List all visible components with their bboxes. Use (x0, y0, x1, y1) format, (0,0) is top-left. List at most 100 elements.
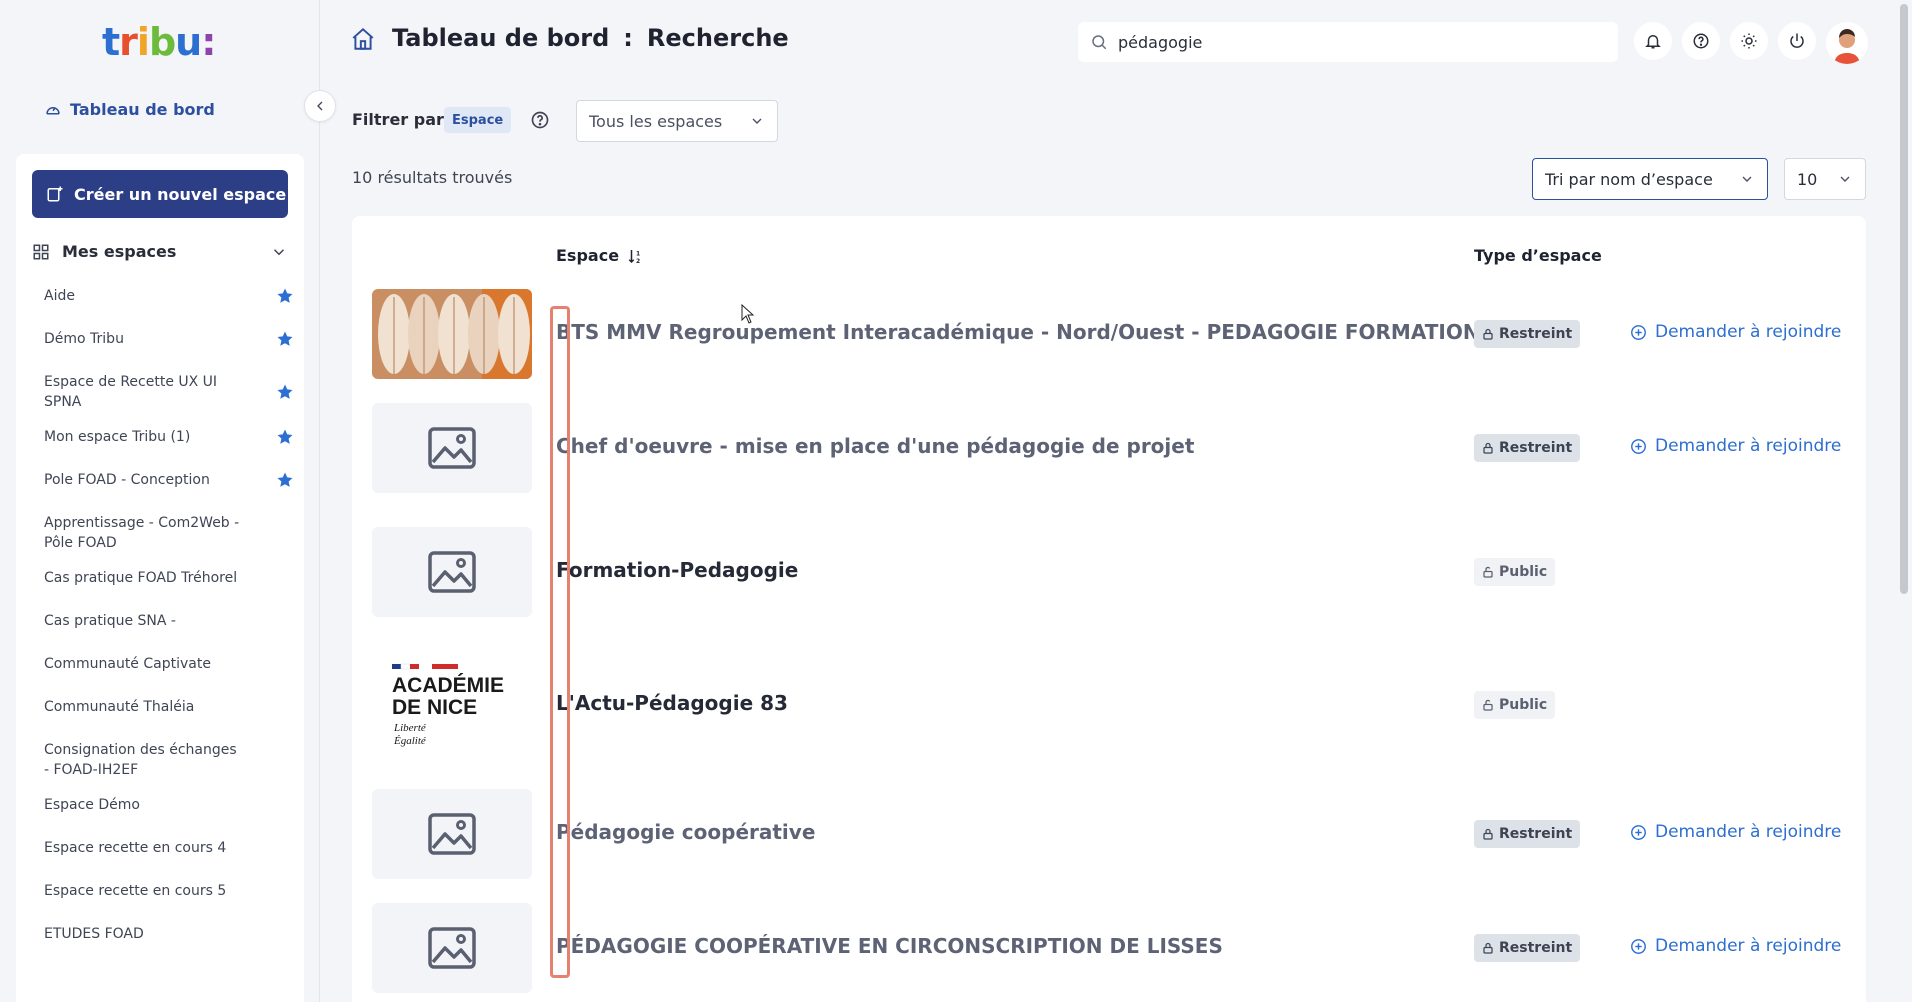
request-join-link[interactable]: Demander à rejoindre (1630, 322, 1841, 342)
space-title-link[interactable]: L'Actu-Pédagogie 83 (556, 691, 788, 715)
page-title: Tableau de bord : Recherche (392, 24, 789, 52)
space-type-label: Restreint (1499, 326, 1573, 342)
svg-text:DE NICE: DE NICE (392, 696, 477, 719)
space-list-item-label: Communauté Thaléia (44, 699, 195, 715)
plus-circle-icon (1631, 324, 1646, 340)
space-list-item[interactable]: Consignation des échanges - FOAD-IH2EF (44, 740, 294, 780)
star-icon[interactable] (276, 287, 294, 305)
space-type-label: Public (1499, 564, 1548, 580)
search-input[interactable] (1118, 32, 1598, 52)
mannequins-photo (372, 289, 532, 379)
sidebar-dashboard-link[interactable]: Tableau de bord (44, 100, 215, 119)
request-join-link[interactable]: Demander à rejoindre (1630, 822, 1841, 842)
space-list-item-label: Démo Tribu (44, 331, 124, 347)
spaces-filter-select[interactable]: Tous les espaces (576, 100, 778, 142)
table-row[interactable]: BTS MMV Regroupement Interacadémique - N… (352, 286, 1866, 382)
power-icon (1790, 33, 1804, 48)
search-bar[interactable] (1078, 22, 1618, 62)
dashboard-link-label: Tableau de bord (70, 100, 215, 119)
space-list-item[interactable]: Espace recette en cours 5 (44, 881, 294, 901)
sun-icon (1741, 33, 1757, 49)
svg-text:Égalité: Égalité (393, 735, 427, 747)
space-list-item[interactable]: Mon espace Tribu (1) (44, 427, 294, 447)
space-title-link[interactable]: Chef d'oeuvre - mise en place d'une péda… (556, 434, 1194, 458)
lock-icon (1483, 828, 1493, 840)
column-header-space[interactable]: Espace 12 (556, 246, 645, 265)
my-spaces-toggle[interactable]: Mes espaces (32, 242, 288, 261)
space-title-link[interactable]: Formation-Pedagogie (556, 558, 798, 582)
space-title-link[interactable]: PÉDAGOGIE COOPÉRATIVE EN CIRCONSCRIPTION… (556, 934, 1223, 958)
star-icon[interactable] (276, 383, 294, 401)
space-list-item[interactable]: Pole FOAD - Conception (44, 470, 294, 490)
grid-icon (33, 244, 49, 259)
search-icon (1092, 35, 1107, 50)
space-list-item[interactable]: Cas pratique FOAD Tréhorel (44, 568, 294, 588)
create-space-label: Créer un nouvel espace (74, 184, 287, 204)
spaces-filter-value: Tous les espaces (589, 111, 723, 131)
table-row[interactable]: Chef d'oeuvre - mise en place d'une péda… (352, 400, 1866, 496)
theme-toggle-button[interactable] (1730, 22, 1768, 60)
space-thumbnail[interactable] (372, 789, 532, 879)
star-icon[interactable] (276, 428, 294, 446)
home-icon[interactable] (350, 26, 376, 56)
plus-circle-icon (1631, 938, 1646, 954)
space-list-item[interactable]: Communauté Thaléia (44, 697, 294, 717)
space-thumbnail[interactable] (372, 527, 532, 617)
space-list-item[interactable]: ETUDES FOAD (44, 924, 294, 944)
space-list-item[interactable]: Espace recette en cours 4 (44, 838, 294, 858)
breadcrumb-dashboard[interactable]: Tableau de bord (392, 24, 609, 52)
space-title-link[interactable]: BTS MMV Regroupement Interacadémique - N… (556, 320, 1480, 344)
chevron-down-icon (273, 248, 285, 255)
space-title-link[interactable]: Pédagogie coopérative (556, 820, 815, 844)
filter-chip-space[interactable]: Espace (444, 107, 512, 133)
space-list-item[interactable]: Aide (44, 286, 294, 306)
space-list-item[interactable]: Cas pratique SNA - (44, 611, 294, 631)
request-join-label: Demander à rejoindre (1655, 822, 1842, 842)
page-scrollbar[interactable] (1898, 0, 1910, 1002)
table-row[interactable]: PÉDAGOGIE COOPÉRATIVE EN CIRCONSCRIPTION… (352, 900, 1866, 996)
space-thumbnail[interactable] (372, 903, 532, 993)
request-join-label: Demander à rejoindre (1655, 322, 1842, 342)
space-list-item[interactable]: Démo Tribu (44, 329, 294, 349)
collapse-sidebar-button[interactable] (304, 90, 336, 122)
space-type-badge: Restreint (1474, 934, 1581, 962)
space-list-item-label: Aide (44, 288, 75, 304)
notifications-button[interactable] (1634, 22, 1672, 60)
table-row[interactable]: Formation-Pedagogie Public (352, 524, 1866, 620)
sort-select[interactable]: Tri par nom d’espace (1532, 158, 1768, 200)
table-row[interactable]: Pédagogie coopérative Restreint Demander à… (352, 786, 1866, 882)
help-icon (1693, 33, 1709, 49)
space-thumbnail[interactable] (372, 289, 532, 379)
svg-text:Liberté: Liberté (393, 722, 427, 734)
space-list-item-label: Pole FOAD - Conception (44, 472, 210, 488)
lock-icon (1483, 442, 1493, 454)
space-list-item[interactable]: Communauté Captivate (44, 654, 294, 674)
logout-button[interactable] (1778, 22, 1816, 60)
star-icon[interactable] (276, 471, 294, 489)
help-button[interactable] (1682, 22, 1720, 60)
star-icon[interactable] (276, 330, 294, 348)
table-row[interactable]: ACADÉMIE DE NICE Liberté Égalité L'Actu-Péda… (352, 657, 1866, 753)
breadcrumb-search: Recherche (646, 24, 789, 52)
space-type-badge: Public (1474, 691, 1556, 719)
space-list-item-label: ETUDES FOAD (44, 926, 144, 942)
request-join-link[interactable]: Demander à rejoindre (1630, 436, 1841, 456)
space-type-badge: Restreint (1474, 320, 1581, 348)
request-join-label: Demander à rejoindre (1655, 436, 1842, 456)
filter-help-icon[interactable] (530, 110, 550, 134)
avatar[interactable] (1826, 22, 1868, 64)
chevron-down-icon (1840, 176, 1850, 182)
space-thumbnail[interactable]: ACADÉMIE DE NICE Liberté Égalité (372, 660, 532, 750)
per-page-select[interactable]: 10 (1784, 158, 1866, 200)
sort-ascending-icon: 12 (628, 249, 640, 264)
space-list-item[interactable]: Espace de Recette UX UI SPNA (44, 372, 294, 412)
sidebar: tribu: Tableau de bord Créer un nouvel e… (0, 0, 320, 1002)
space-list-item[interactable]: Apprentissage - Com2Web - Pôle FOAD (44, 513, 294, 553)
scrollbar-thumb[interactable] (1900, 4, 1908, 594)
request-join-link[interactable]: Demander à rejoindre (1630, 936, 1841, 956)
space-thumbnail[interactable] (372, 403, 532, 493)
tribu-logo[interactable]: tribu: (102, 20, 216, 64)
create-space-button[interactable]: Créer un nouvel espace (32, 170, 288, 218)
space-list-item[interactable]: Espace Démo (44, 795, 294, 815)
space-list-item-label: Cas pratique SNA - (44, 613, 176, 629)
